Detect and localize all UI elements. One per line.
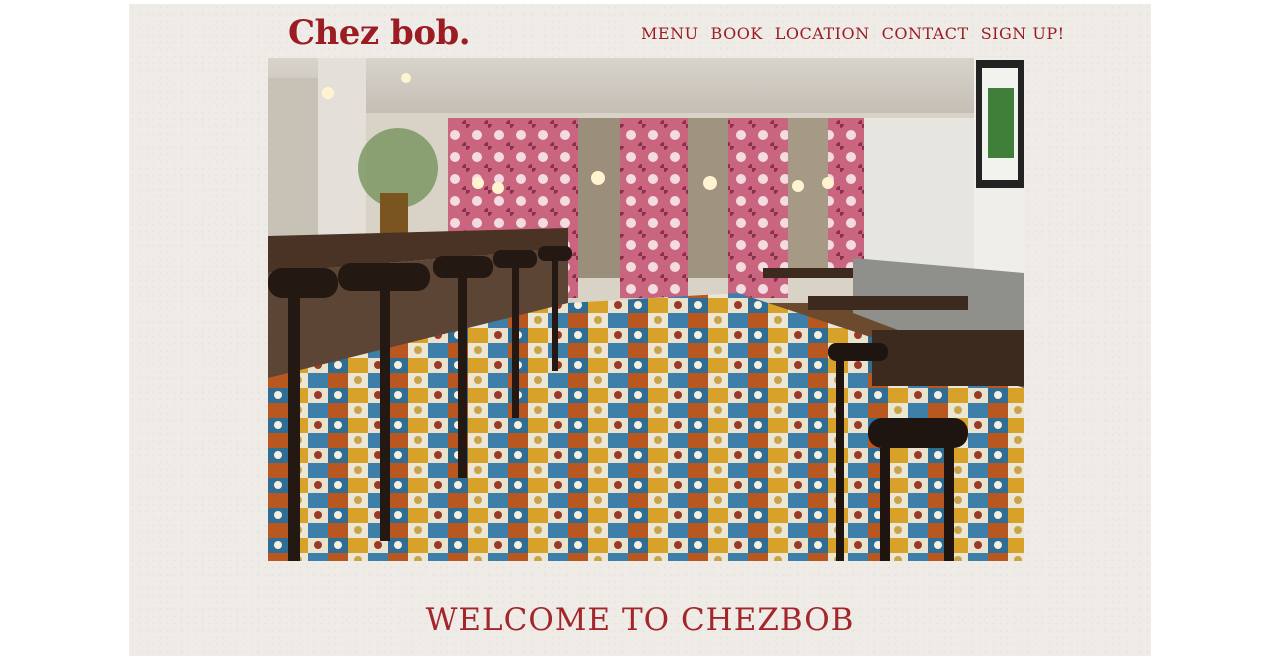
nav-book-link[interactable]: BOOK	[711, 24, 763, 43]
hero-image	[268, 58, 1024, 561]
nav-location-link[interactable]: LOCATION	[775, 24, 870, 43]
main-nav: MENU BOOK LOCATION CONTACT SIGN UP!	[641, 24, 1065, 43]
page-container: Chez bob. MENU BOOK LOCATION CONTACT SIG…	[129, 4, 1151, 656]
nav-signup-link[interactable]: SIGN UP!	[981, 24, 1065, 43]
welcome-heading: WELCOME TO CHEZBOB	[425, 602, 855, 638]
site-logo[interactable]: Chez bob.	[288, 16, 471, 50]
nav-menu-link[interactable]: MENU	[641, 24, 699, 43]
nav-contact-link[interactable]: CONTACT	[882, 24, 969, 43]
